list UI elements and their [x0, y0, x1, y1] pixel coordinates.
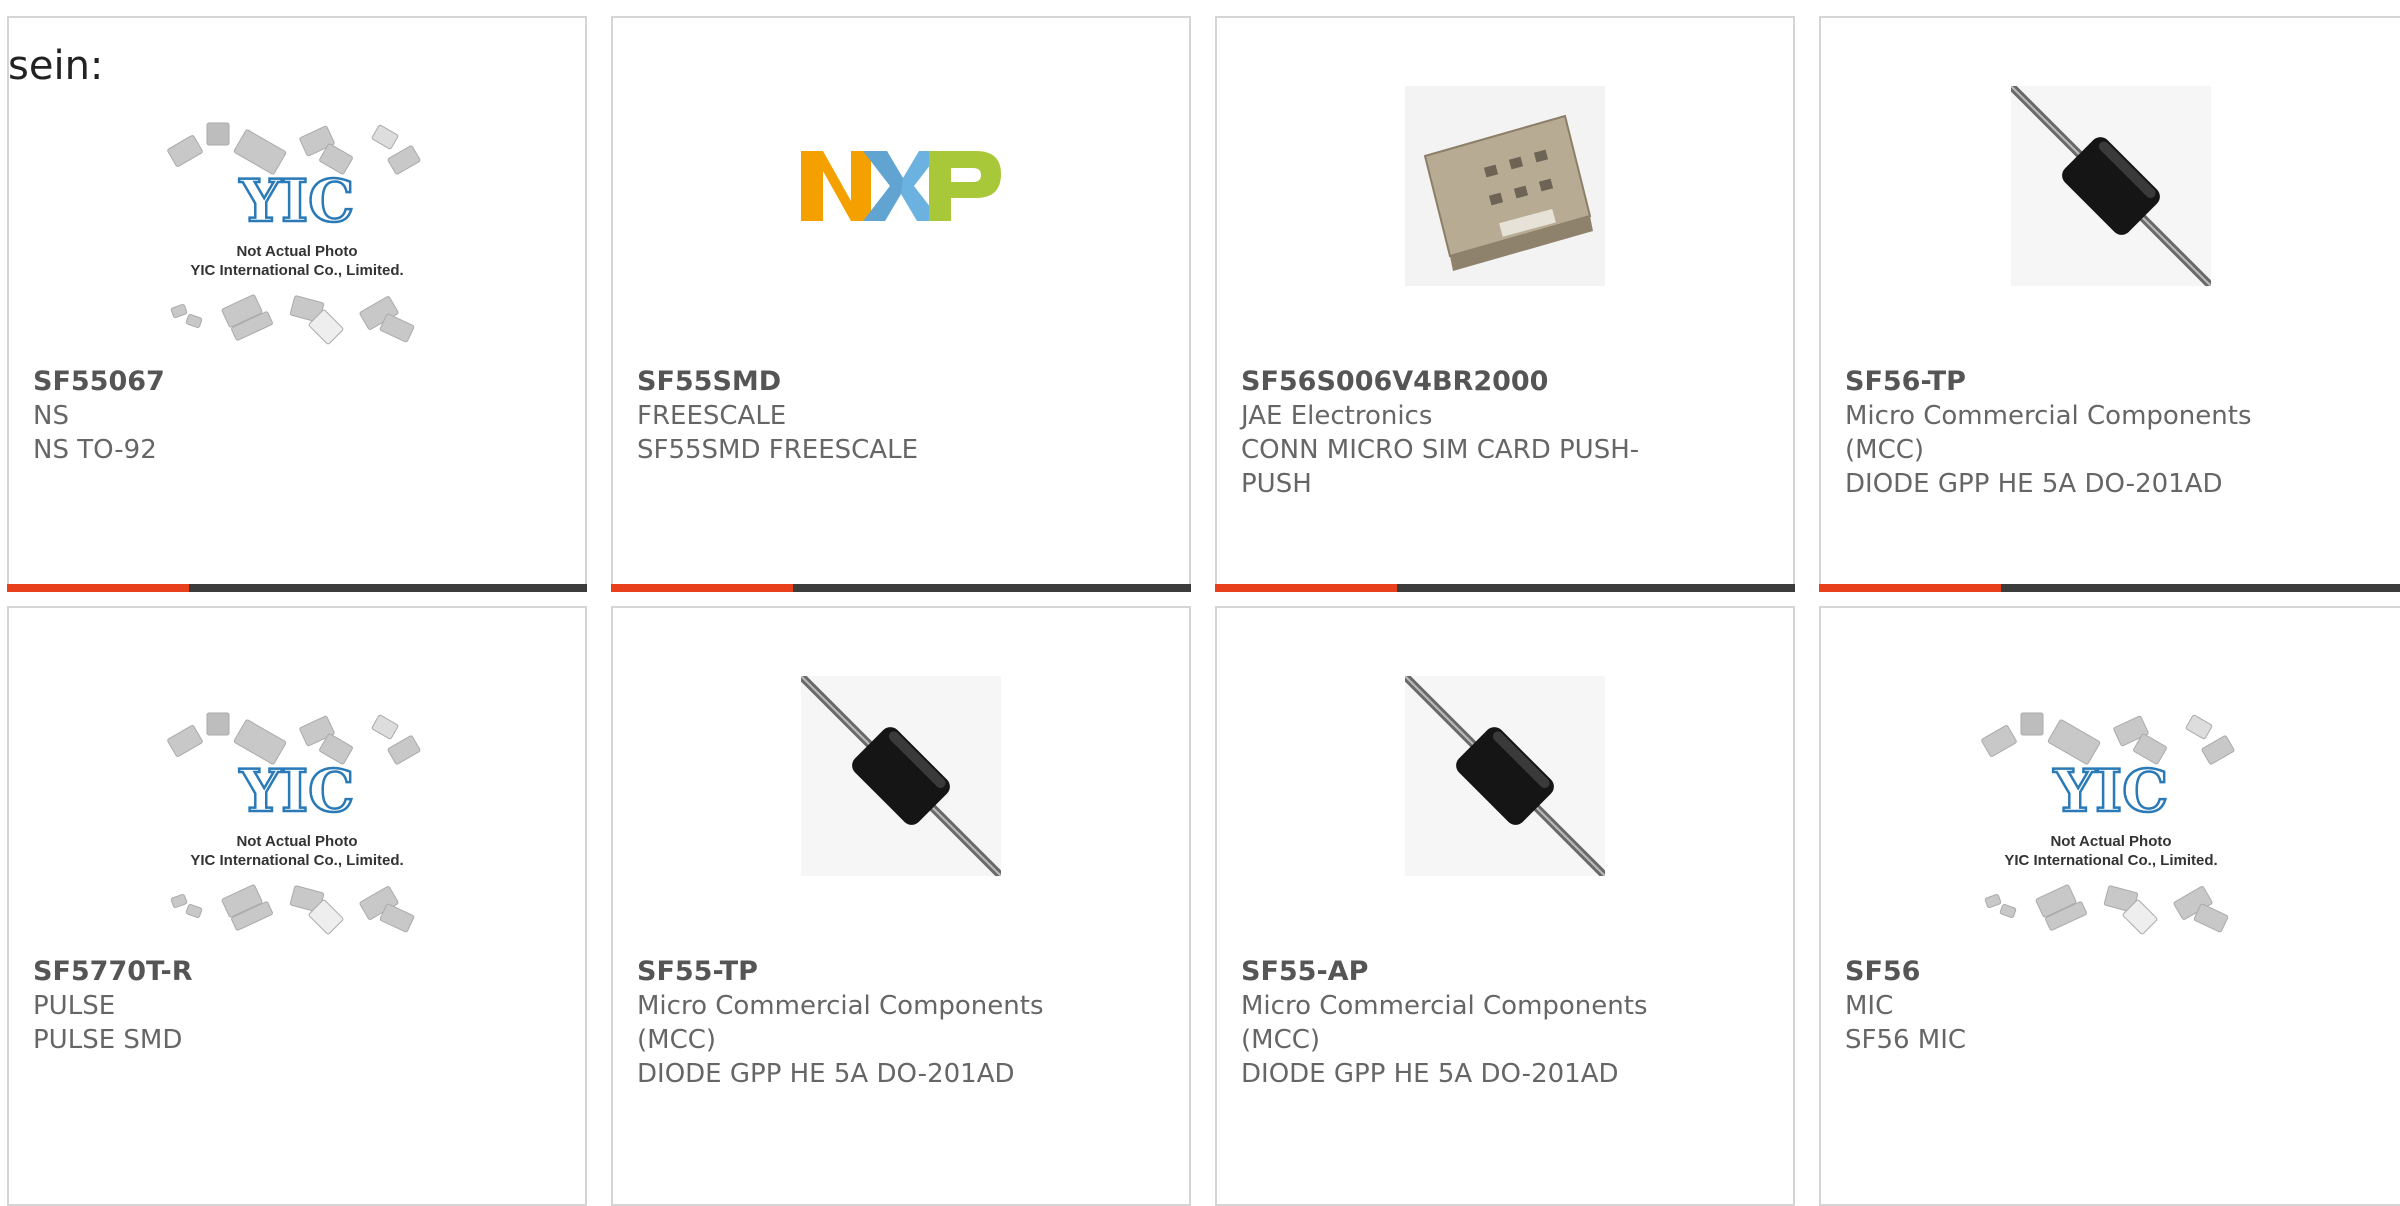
card-bar: [1215, 584, 1795, 592]
product-image: [1402, 673, 1608, 880]
svg-text:YIC: YIC: [239, 757, 355, 825]
manufacturer: Micro Commercial Components (MCC): [1845, 401, 2252, 465]
svg-text:YIC: YIC: [239, 167, 355, 235]
nxp-logo-icon: [801, 86, 1001, 290]
placeholder-image: YIC Not Actual Photo YIC International C…: [162, 701, 432, 945]
card-bar: [611, 584, 1191, 592]
product-image: [798, 673, 1004, 880]
product-card[interactable]: YIC Not Actual Photo YIC International C…: [7, 16, 587, 592]
description: DIODE GPP HE 5A DO-201AD: [1241, 1059, 1619, 1089]
product-image: YIC Not Actual Photo YIC International C…: [152, 693, 442, 953]
product-card[interactable]: SF56-TP Micro Commercial Components (MCC…: [1819, 16, 2400, 592]
part-number[interactable]: SF55SMD: [637, 365, 1165, 399]
manufacturer: Micro Commercial Components (MCC): [637, 991, 1044, 1055]
svg-text:YIC International Co., Limited: YIC International Co., Limited.: [190, 852, 403, 869]
svg-text:Not Actual Photo: Not Actual Photo: [2050, 833, 2171, 850]
part-number[interactable]: SF56S006V4BR2000: [1241, 365, 1769, 399]
svg-text:YIC International Co., Limited: YIC International Co., Limited.: [2004, 852, 2217, 869]
manufacturer: JAE Electronics: [1241, 401, 1433, 431]
description: DIODE GPP HE 5A DO-201AD: [637, 1059, 1015, 1089]
product-image: YIC Not Actual Photo YIC International C…: [1966, 693, 2256, 953]
product-card[interactable]: YIC Not Actual Photo YIC International C…: [1819, 606, 2400, 1206]
part-number[interactable]: SF55-TP: [637, 955, 1165, 989]
placeholder-image: YIC Not Actual Photo YIC International C…: [1976, 701, 2246, 945]
manufacturer: PULSE: [33, 991, 116, 1021]
part-number[interactable]: SF5770T-R: [33, 955, 561, 989]
manufacturer: FREESCALE: [637, 401, 787, 431]
manufacturer: Micro Commercial Components (MCC): [1241, 991, 1648, 1055]
product-card[interactable]: SF55-AP Micro Commercial Components (MCC…: [1215, 606, 1795, 1206]
product-card[interactable]: SF55-TP Micro Commercial Components (MCC…: [611, 606, 1191, 1206]
product-grid: YIC Not Actual Photo YIC International C…: [0, 0, 2400, 1206]
product-card[interactable]: SF55SMD FREESCALE SF55SMD FREESCALE: [611, 16, 1191, 592]
part-number[interactable]: SF55067: [33, 365, 561, 399]
svg-text:YIC International Co., Limited: YIC International Co., Limited.: [190, 262, 403, 279]
description: DIODE GPP HE 5A DO-201AD: [1845, 469, 2223, 499]
product-image: YIC Not Actual Photo YIC International C…: [152, 103, 442, 363]
product-image: [2007, 83, 2214, 290]
part-number[interactable]: SF56-TP: [1845, 365, 2376, 399]
manufacturer: MIC: [1845, 991, 1894, 1021]
product-card[interactable]: YIC Not Actual Photo YIC International C…: [7, 606, 587, 1206]
product-image: [801, 88, 1001, 288]
intro-text: sein:: [8, 43, 104, 89]
diode-image: [798, 673, 1004, 880]
diode-image: [2007, 83, 2214, 290]
product-image: [1405, 86, 1605, 290]
svg-text:Not Actual Photo: Not Actual Photo: [236, 833, 357, 850]
description: SF55SMD FREESCALE: [637, 435, 918, 465]
description: CONN MICRO SIM CARD PUSH-PUSH: [1241, 435, 1640, 499]
placeholder-image: YIC Not Actual Photo YIC International C…: [162, 111, 432, 355]
part-number[interactable]: SF55-AP: [1241, 955, 1769, 989]
product-card[interactable]: SF56S006V4BR2000 JAE Electronics CONN MI…: [1215, 16, 1795, 592]
svg-text:Not Actual Photo: Not Actual Photo: [236, 243, 357, 260]
manufacturer: NS: [33, 401, 69, 431]
svg-text:YIC: YIC: [2052, 757, 2168, 825]
description: NS TO-92: [33, 435, 157, 465]
part-number[interactable]: SF56: [1845, 955, 2376, 989]
description: SF56 MIC: [1845, 1025, 1967, 1055]
diode-image: [1402, 673, 1608, 880]
card-bar: [7, 584, 587, 592]
description: PULSE SMD: [33, 1025, 183, 1055]
card-bar: [1819, 584, 2400, 592]
sim-connector-image: [1405, 86, 1605, 290]
